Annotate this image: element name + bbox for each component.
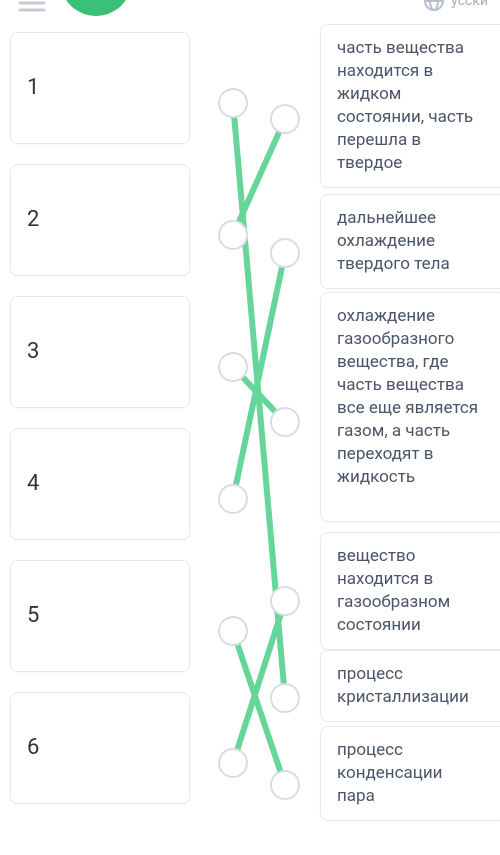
left-node-2[interactable] <box>218 220 248 250</box>
right-card-text: часть вещества находится в жидком состоя… <box>337 38 473 173</box>
right-card-5[interactable]: процесс кристаллизации <box>320 650 500 722</box>
right-card-text: процесс кристаллизации <box>337 664 469 707</box>
right-card-3[interactable]: охлаждение газообразного вещества, где ч… <box>320 292 500 522</box>
left-card-4[interactable]: 4 <box>10 428 190 540</box>
right-node-6[interactable] <box>270 770 300 800</box>
right-node-4[interactable] <box>270 586 300 616</box>
left-card-label: 4 <box>27 469 39 499</box>
left-node-1[interactable] <box>218 88 248 118</box>
left-card-label: 2 <box>27 205 39 235</box>
left-card-label: 5 <box>27 601 39 631</box>
left-card-label: 3 <box>27 337 39 367</box>
left-node-3[interactable] <box>218 352 248 382</box>
left-card-1[interactable]: 1 <box>10 32 190 144</box>
right-node-1[interactable] <box>270 104 300 134</box>
right-card-6[interactable]: процесс конденсации пара <box>320 726 500 821</box>
left-card-6[interactable]: 6 <box>10 692 190 804</box>
right-card-4[interactable]: вещество находится в газообразном состоя… <box>320 532 500 650</box>
matching-stage: 1 2 3 4 5 6 часть вещества находится в жидком … <box>0 12 500 855</box>
menu-icon[interactable] <box>18 0 46 12</box>
left-card-2[interactable]: 2 <box>10 164 190 276</box>
left-node-6[interactable] <box>218 748 248 778</box>
right-card-2[interactable]: дальнейшее охлаждение твердого тела <box>320 194 500 289</box>
right-card-text: дальнейшее охлаждение твердого тела <box>337 208 450 274</box>
left-card-label: 6 <box>27 733 39 763</box>
left-card-label: 1 <box>27 73 39 103</box>
left-node-5[interactable] <box>218 616 248 646</box>
right-card-text: процесс конденсации пара <box>337 740 442 806</box>
language-label: усски <box>451 0 488 9</box>
right-card-1[interactable]: часть вещества находится в жидком состоя… <box>320 24 500 188</box>
right-card-text: вещество находится в газообразном состоя… <box>337 546 450 635</box>
globe-icon <box>423 0 445 12</box>
left-card-5[interactable]: 5 <box>10 560 190 672</box>
language-switch[interactable]: усски <box>423 0 488 12</box>
right-node-5[interactable] <box>270 683 300 713</box>
left-card-3[interactable]: 3 <box>10 296 190 408</box>
right-node-3[interactable] <box>270 407 300 437</box>
left-node-4[interactable] <box>218 484 248 514</box>
right-node-2[interactable] <box>270 238 300 268</box>
right-card-text: охлаждение газообразного вещества, где ч… <box>337 306 478 487</box>
